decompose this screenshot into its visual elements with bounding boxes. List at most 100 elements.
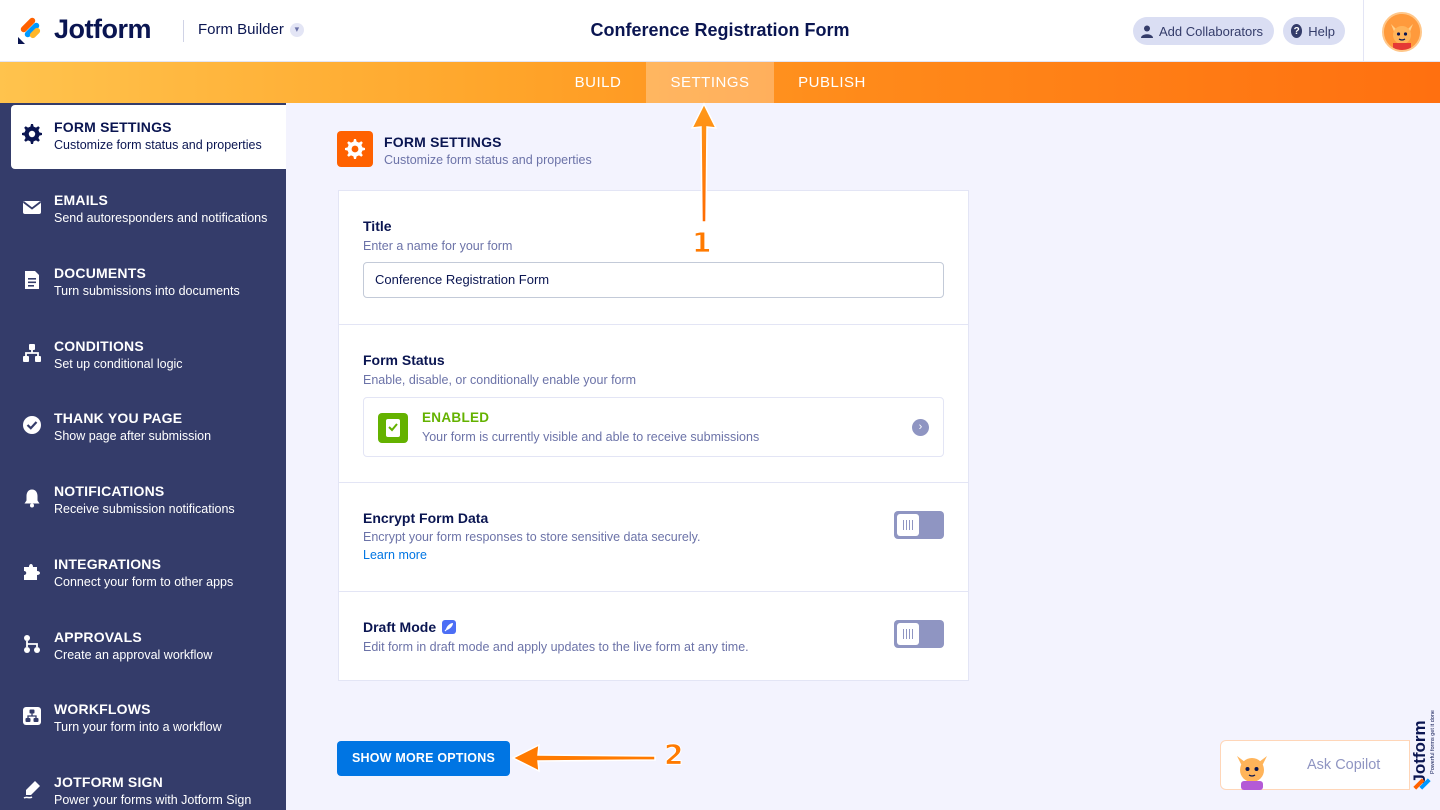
help-button[interactable]: ? Help [1283,17,1345,45]
logo-text: Jotform [54,14,152,44]
top-header: Jotform Form Builder ▾ Conference Regist… [0,0,1440,62]
sidebar-item-subtitle: Turn your form into a workflow [54,720,222,734]
section-subtitle: Customize form status and properties [384,153,592,167]
puzzle-icon [24,564,40,580]
help-label: Help [1308,23,1335,39]
brand-side-name: Jotform [1411,720,1429,783]
sidebar-item-subtitle: Set up conditional logic [54,357,183,371]
check-circle-icon [23,416,41,434]
title-description: Enter a name for your form [363,239,513,253]
sidebar-item-form-settings[interactable]: FORM SETTINGS Customize form status and … [11,105,286,169]
cat-avatar-icon [1384,14,1420,50]
sidebar-item-conditions[interactable]: CONDITIONS Set up conditional logic [0,324,286,388]
jotform-logo-icon [18,17,41,44]
form-title[interactable]: Conference Registration Form [520,20,920,41]
brand-side-tagline: Powerful forms get it done [1430,710,1436,774]
sidebar-item-subtitle: Power your forms with Jotform Sign [54,793,252,807]
approval-flow-icon [24,635,40,653]
section-title: FORM SETTINGS [384,134,502,150]
tab-publish[interactable]: PUBLISH [780,62,884,103]
form-builder-label: Form Builder [198,21,284,38]
sidebar-item-title: FORM SETTINGS [54,119,172,135]
form-status-selector[interactable]: ENABLED Your form is currently visible a… [363,397,944,457]
toggle-knob [897,623,919,645]
settings-card: Title Enter a name for your form Confere… [338,190,969,681]
question-icon: ? [1291,24,1303,38]
enabled-status-icon [378,413,408,443]
gear-icon [22,124,42,144]
sidebar-item-jotform-sign[interactable]: JOTFORM SIGN Power your forms with Jotfo… [0,760,286,810]
header-divider-right [1363,0,1364,62]
sidebar-item-title: WORKFLOWS [54,701,151,717]
sidebar-item-integrations[interactable]: INTEGRATIONS Connect your form to other … [0,542,286,606]
arrow-to-show-more [511,743,656,773]
rocket-icon [442,620,457,634]
form-builder-dropdown[interactable]: Form Builder ▾ [198,21,304,38]
sidebar-item-title: THANK YOU PAGE [54,410,183,426]
learn-more-link[interactable]: Learn more [363,548,427,562]
bell-icon [24,489,40,508]
sidebar-item-documents[interactable]: DOCUMENTS Turn submissions into document… [0,251,286,315]
title-label: Title [363,218,392,234]
tab-build[interactable]: BUILD [556,62,640,103]
chevron-down-icon: ▾ [289,22,304,37]
sidebar-item-emails[interactable]: EMAILS Send autoresponders and notificat… [0,178,286,242]
show-more-options-button[interactable]: SHOW MORE OPTIONS [337,741,510,776]
draft-mode-label: Draft Mode [363,619,437,635]
sidebar-item-thank-you-page[interactable]: THANK YOU PAGE Show page after submissio… [0,396,286,460]
workflow-icon [23,707,41,725]
document-icon [25,271,39,289]
sidebar-item-subtitle: Create an approval workflow [54,648,213,662]
draft-mode-label-wrap: Draft Mode [363,619,457,635]
sidebar-item-subtitle: Receive submission notifications [54,502,235,516]
annotation-number-2: 2 [663,738,684,772]
sidebar-item-title: JOTFORM SIGN [54,774,163,790]
settings-sidebar: FORM SETTINGS Customize form status and … [0,103,286,810]
form-status-description: Enable, disable, or conditionally enable… [363,373,637,387]
ask-copilot-button[interactable]: Ask Copilot [1220,740,1410,790]
draft-mode-toggle[interactable] [894,620,944,648]
encrypt-row: Encrypt Form Data Encrypt your form resp… [339,483,968,592]
top-tab-bar: BUILD SETTINGS PUBLISH [0,62,1440,103]
envelope-icon [22,201,42,214]
draft-mode-row: Draft Mode Edit form in draft mode and a… [339,592,968,680]
sidebar-item-title: EMAILS [54,192,109,208]
user-icon [1141,25,1153,38]
toggle-knob [897,514,919,536]
conditions-icon [23,344,41,362]
ask-copilot-label: Ask Copilot [1307,757,1381,773]
draft-mode-description: Edit form in draft mode and apply update… [363,640,749,654]
sidebar-item-title: APPROVALS [54,629,142,645]
copilot-cat-icon [1237,756,1267,790]
jotform-logo[interactable]: Jotform [16,14,152,45]
status-value: ENABLED [422,410,490,425]
form-status-row: Form Status Enable, disable, or conditio… [339,325,968,483]
header-divider [183,20,184,42]
sidebar-item-subtitle: Turn submissions into documents [54,284,240,298]
sidebar-item-approvals[interactable]: APPROVALS Create an approval workflow [0,615,286,679]
sidebar-item-subtitle: Connect your form to other apps [54,575,234,589]
title-setting-row: Title Enter a name for your form Confere… [339,191,968,325]
sidebar-item-title: CONDITIONS [54,338,144,354]
status-detail: Your form is currently visible and able … [422,430,760,444]
chevron-right-icon[interactable]: › [912,419,929,436]
tab-settings[interactable]: SETTINGS [646,62,774,103]
annotation-number-1: 1 [691,226,712,260]
sidebar-item-workflows[interactable]: WORKFLOWS Turn your form into a workflow [0,687,286,751]
avatar[interactable] [1382,12,1422,52]
sidebar-item-title: DOCUMENTS [54,265,147,281]
sidebar-item-notifications[interactable]: NOTIFICATIONS Receive submission notific… [0,469,286,533]
form-title-input[interactable]: Conference Registration Form [363,262,944,298]
encrypt-label: Encrypt Form Data [363,510,489,526]
sidebar-item-subtitle: Send autoresponders and notifications [54,211,268,225]
sidebar-item-subtitle: Show page after submission [54,429,212,443]
form-check-icon [386,419,400,437]
add-collaborators-button[interactable]: Add Collaborators [1133,17,1274,45]
sidebar-item-subtitle: Customize form status and properties [54,138,262,152]
form-status-label: Form Status [363,352,445,368]
sidebar-item-title: NOTIFICATIONS [54,483,165,499]
encrypt-toggle[interactable] [894,511,944,539]
encrypt-description: Encrypt your form responses to store sen… [363,530,701,544]
gear-icon [345,139,365,159]
sign-pen-icon [23,781,40,799]
